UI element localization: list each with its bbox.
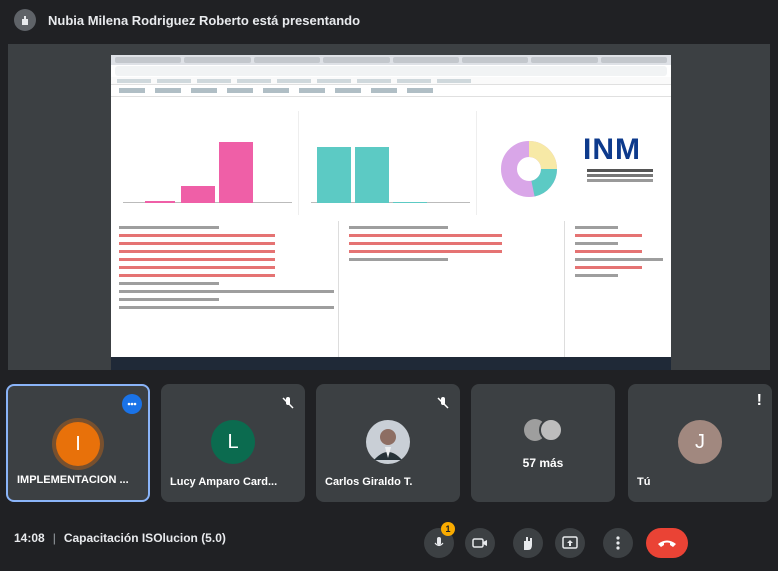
- more-options-button[interactable]: [603, 528, 633, 558]
- chart-bar: [393, 202, 427, 203]
- logo-text: INM: [583, 133, 641, 166]
- avatar: L: [211, 420, 255, 464]
- alert-icon: !: [756, 392, 762, 409]
- avatar: I: [56, 422, 100, 466]
- meeting-time: 14:08: [14, 531, 45, 545]
- chart-bar: [181, 185, 215, 203]
- leave-call-button[interactable]: [646, 528, 688, 558]
- camera-icon: [472, 538, 487, 548]
- participant-name: Tú: [637, 476, 651, 488]
- participant-tile[interactable]: L Lucy Amparo Card...: [161, 384, 305, 502]
- donut-segment: [530, 168, 557, 197]
- hand-icon: [22, 16, 28, 25]
- logo-subtitle: [587, 169, 653, 172]
- participant-name: Carlos Giraldo T.: [325, 476, 413, 488]
- raise-hand-button[interactable]: [513, 528, 543, 558]
- chart-bar: [145, 201, 175, 203]
- person-photo-icon: [374, 429, 402, 460]
- more-options-icon: [616, 536, 620, 550]
- mic-off-icon: [437, 397, 449, 409]
- browser-address-bar: [115, 66, 667, 76]
- presenter-banner: Nubia Milena Rodriguez Roberto está pres…: [0, 0, 778, 40]
- chart-bar: [317, 146, 351, 203]
- avatar: J: [678, 420, 722, 464]
- more-participants-count: 57 más: [522, 456, 564, 470]
- windows-taskbar: [111, 357, 671, 370]
- participant-tile[interactable]: Carlos Giraldo T.: [316, 384, 460, 502]
- present-screen-button[interactable]: [555, 528, 585, 558]
- presenter-title: Nubia Milena Rodriguez Roberto está pres…: [48, 12, 361, 28]
- right-list: [571, 221, 667, 357]
- browser-bookmarks: [111, 77, 671, 85]
- meeting-control-bar: 14:08 | Capacitación ISOlucion (5.0) 1: [0, 512, 778, 571]
- dashboard-lists: [115, 221, 667, 357]
- participant-name: Lucy Amparo Card...: [170, 476, 278, 488]
- participant-tile[interactable]: I IMPLEMENTACION ...: [6, 384, 150, 502]
- meeting-details: 14:08 | Capacitación ISOlucion (5.0): [14, 531, 226, 545]
- presenter-avatar: [14, 9, 36, 31]
- shared-screen: INM: [111, 55, 671, 370]
- left-list: [115, 221, 339, 357]
- teal-bar-chart: [303, 111, 477, 215]
- mic-off-icon: [282, 397, 294, 409]
- inm-logo: INM: [573, 111, 667, 215]
- participant-tile[interactable]: ! J Tú: [628, 384, 772, 502]
- pink-bar-chart: [115, 111, 299, 215]
- more-participants-tile[interactable]: 57 más: [471, 384, 615, 502]
- raise-hand-icon: [524, 537, 532, 550]
- mic-notification-badge: 1: [441, 522, 455, 536]
- participant-group-icon: [524, 418, 563, 442]
- chart-bar: [219, 142, 253, 203]
- meeting-title: Capacitación ISOlucion (5.0): [63, 531, 226, 545]
- donut-chart-svg: [501, 141, 557, 197]
- camera-button[interactable]: [465, 528, 495, 558]
- mic-off-icon: [434, 537, 444, 547]
- avatar-initial: J: [695, 430, 705, 453]
- middle-list: [345, 221, 565, 357]
- presentation-stage: INM: [8, 44, 770, 370]
- participant-strip: I IMPLEMENTACION ... L Lucy Amparo Card.…: [6, 384, 772, 502]
- dashboard-charts: [115, 111, 569, 215]
- hangup-icon: [658, 540, 676, 547]
- app-menu-bar: [111, 85, 671, 97]
- speaking-indicator-icon: [122, 394, 142, 414]
- chart-bar: [355, 146, 389, 203]
- avatar-initial: I: [75, 432, 81, 455]
- donut-chart: [481, 111, 569, 215]
- browser-tab-strip: [111, 55, 671, 65]
- participant-name: IMPLEMENTACION ...: [17, 474, 129, 486]
- avatar-initial: L: [227, 430, 239, 453]
- avatar-photo: [366, 420, 410, 464]
- present-screen-icon: [562, 536, 578, 549]
- donut-segment: [528, 141, 557, 170]
- divider: |: [52, 531, 56, 545]
